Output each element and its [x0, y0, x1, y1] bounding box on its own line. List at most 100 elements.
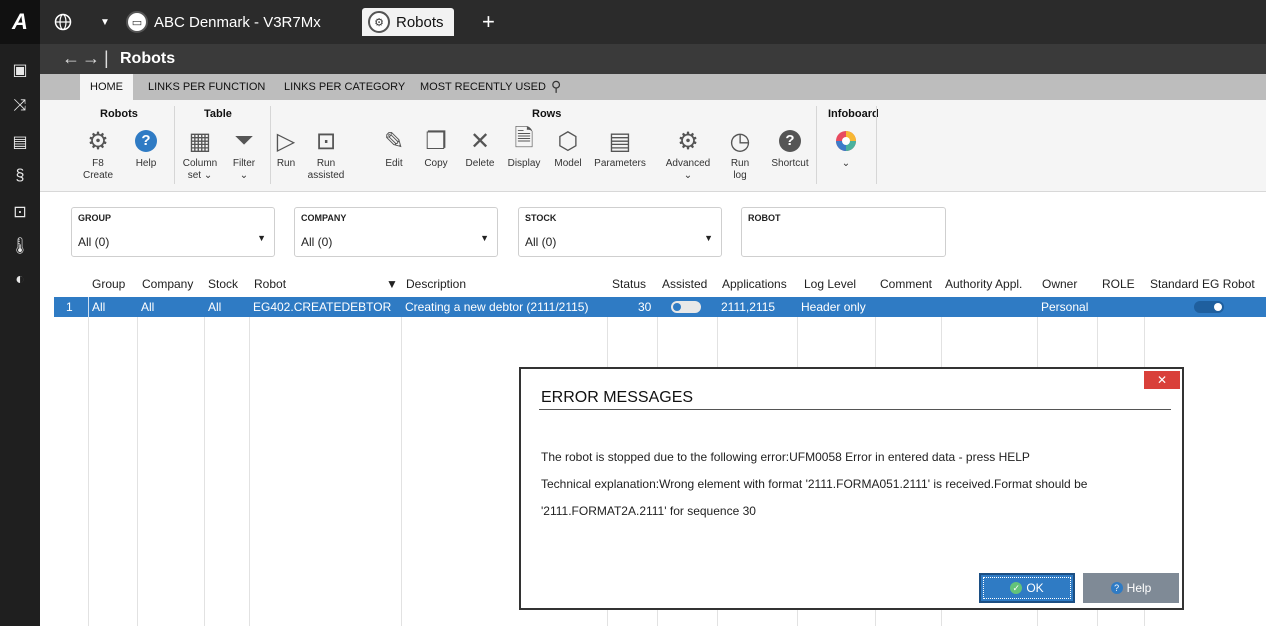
col-description[interactable]: Description: [406, 277, 466, 291]
workflow-icon[interactable]: §: [8, 164, 32, 188]
back-arrow-icon[interactable]: ←: [62, 48, 80, 69]
shuffle-icon[interactable]: ⤨: [8, 94, 32, 118]
gears-icon: ⚙: [677, 127, 699, 155]
ribbon-separator: [876, 106, 877, 184]
chevron-down-icon: ▼: [480, 233, 489, 243]
search-icon[interactable]: ⚲: [551, 78, 561, 95]
cell-stock: All: [208, 300, 222, 314]
company-filter-label: COMPANY: [301, 213, 347, 223]
model-button[interactable]: ⬡ Model: [540, 124, 596, 188]
tab-links-per-category[interactable]: LINKS PER CATEGORY: [274, 74, 415, 100]
group-filter-value: All (0): [78, 235, 110, 249]
nav-separator: |: [104, 48, 109, 68]
app-logo-icon[interactable]: A: [0, 0, 40, 44]
cell-group: All: [92, 300, 106, 314]
error-line-3: '2111.FORMAT2A.2111' for sequence 30: [541, 504, 756, 518]
col-owner[interactable]: Owner: [1042, 277, 1077, 291]
col-comment[interactable]: Comment: [880, 277, 932, 291]
grid-header: Group Company Stock Robot ▼ Description …: [40, 272, 1266, 296]
col-role[interactable]: ROLE: [1102, 277, 1135, 291]
thermometer-icon[interactable]: 🌡: [8, 234, 32, 258]
company-filter[interactable]: COMPANY All (0) ▼: [294, 207, 498, 257]
company-filter-value: All (0): [301, 235, 333, 249]
tab-links-per-function[interactable]: LINKS PER FUNCTION: [138, 74, 275, 100]
robot-filter[interactable]: ROBOT: [741, 207, 946, 257]
help-label: Help: [135, 158, 157, 169]
stock-filter[interactable]: STOCK All (0) ▼: [518, 207, 722, 257]
ribbon-separator: [816, 106, 817, 184]
col-authority[interactable]: Authority Appl.: [945, 277, 1022, 291]
tab-home[interactable]: HOME: [80, 74, 133, 100]
shortcut-button[interactable]: ? Shortcut: [762, 124, 818, 188]
close-button[interactable]: ✕: [1144, 371, 1180, 389]
advanced-label: Advanced: [665, 158, 711, 169]
run-log-label1: Run: [730, 158, 750, 169]
table-row[interactable]: 1 All All All EG402.CREATEDEBTOR Creatin…: [54, 297, 1266, 317]
ribbon-tabs: HOME LINKS PER FUNCTION LINKS PER CATEGO…: [40, 74, 1266, 100]
row-number: 1: [66, 300, 73, 314]
run-assisted-label1: Run: [316, 158, 336, 169]
infoboard-chevron: ⌄: [841, 158, 851, 169]
run-log-button[interactable]: ◷ Run log: [712, 124, 768, 188]
tab-company[interactable]: ▭ ABC Denmark - V3R7Mx: [126, 8, 321, 36]
col-assisted[interactable]: Assisted: [662, 277, 707, 291]
ribbon: Robots Table Rows Infoboard ⚙ F8 Create …: [40, 100, 1266, 192]
grid-line: [137, 297, 138, 626]
col-applications[interactable]: Applications: [722, 277, 787, 291]
ok-button[interactable]: ✓ OK: [979, 573, 1075, 603]
advanced-button[interactable]: ⚙ Advanced ⌄: [660, 124, 716, 188]
page-title: Robots: [120, 50, 176, 67]
left-rail: A ▣ ⤨ ▤ § ⊡ 🌡 ◐: [0, 0, 40, 626]
col-status[interactable]: Status: [612, 277, 646, 291]
cell-robot: EG402.CREATEDEBTOR: [253, 300, 392, 314]
assisted-toggle[interactable]: [671, 301, 701, 313]
group-table-label: Table: [204, 108, 232, 120]
grid-line: [249, 297, 250, 626]
group-filter[interactable]: GROUP All (0) ▼: [71, 207, 275, 257]
parameters-button[interactable]: ▤ Parameters: [592, 124, 648, 188]
dialog-help-button[interactable]: ? Help: [1083, 573, 1179, 603]
add-tab-button[interactable]: +: [482, 8, 495, 36]
window-icon: ▭: [126, 11, 148, 33]
col-stock[interactable]: Stock: [208, 277, 238, 291]
contacts-icon[interactable]: ▣: [8, 58, 32, 82]
cell-company: All: [141, 300, 155, 314]
top-tab-bar: ▼ ▭ ABC Denmark - V3R7Mx ⚙ Robots +: [40, 0, 1266, 44]
chevron-down-icon[interactable]: ▼: [100, 8, 110, 36]
robot-filter-icon[interactable]: ▼: [386, 277, 398, 291]
tab-most-recently-used[interactable]: MOST RECENTLY USED: [410, 74, 556, 100]
cell-status: 30: [638, 300, 652, 314]
stock-filter-value: All (0): [525, 235, 557, 249]
col-log-level[interactable]: Log Level: [804, 277, 856, 291]
run-assisted-button[interactable]: ⊡ Run assisted: [298, 124, 354, 188]
grid-line: [401, 297, 402, 626]
col-company[interactable]: Company: [142, 277, 193, 291]
contrast-icon[interactable]: ◐: [8, 268, 32, 292]
group-robots-label: Robots: [100, 108, 138, 120]
pulse-icon[interactable]: ⊡: [8, 200, 32, 224]
help-icon: ?: [1110, 582, 1123, 594]
report-search-icon[interactable]: ▤: [8, 130, 32, 154]
globe-icon[interactable]: [54, 8, 72, 36]
infoboard-wheel-icon: [818, 124, 874, 158]
stock-filter-label: STOCK: [525, 213, 557, 223]
standard-robot-toggle[interactable]: [1194, 301, 1224, 313]
cell-applications: 2111,2115: [721, 300, 776, 314]
tab-robots[interactable]: ⚙ Robots: [362, 8, 454, 36]
help-button[interactable]: ? Help: [118, 124, 174, 188]
error-line-2: Technical explanation:Wrong element with…: [541, 477, 1088, 491]
col-robot[interactable]: Robot: [254, 277, 286, 291]
robot-filter-label: ROBOT: [748, 213, 781, 223]
col-group[interactable]: Group: [92, 277, 125, 291]
error-line-1: The robot is stopped due to the followin…: [541, 450, 1030, 464]
robot-icon: ⚙: [368, 11, 390, 33]
group-rows-label: Rows: [532, 108, 562, 120]
advanced-chevron: ⌄: [683, 170, 693, 181]
dialog-title: ERROR MESSAGES: [541, 389, 694, 406]
col-standard[interactable]: Standard EG Robot: [1150, 277, 1255, 291]
run-assisted-label2: assisted: [307, 170, 345, 181]
run-assisted-icon: ⊡: [315, 127, 337, 155]
forward-arrow-icon[interactable]: →: [82, 48, 100, 69]
infoboard-button[interactable]: ⌄: [818, 124, 874, 188]
dialog-divider: [539, 409, 1171, 410]
